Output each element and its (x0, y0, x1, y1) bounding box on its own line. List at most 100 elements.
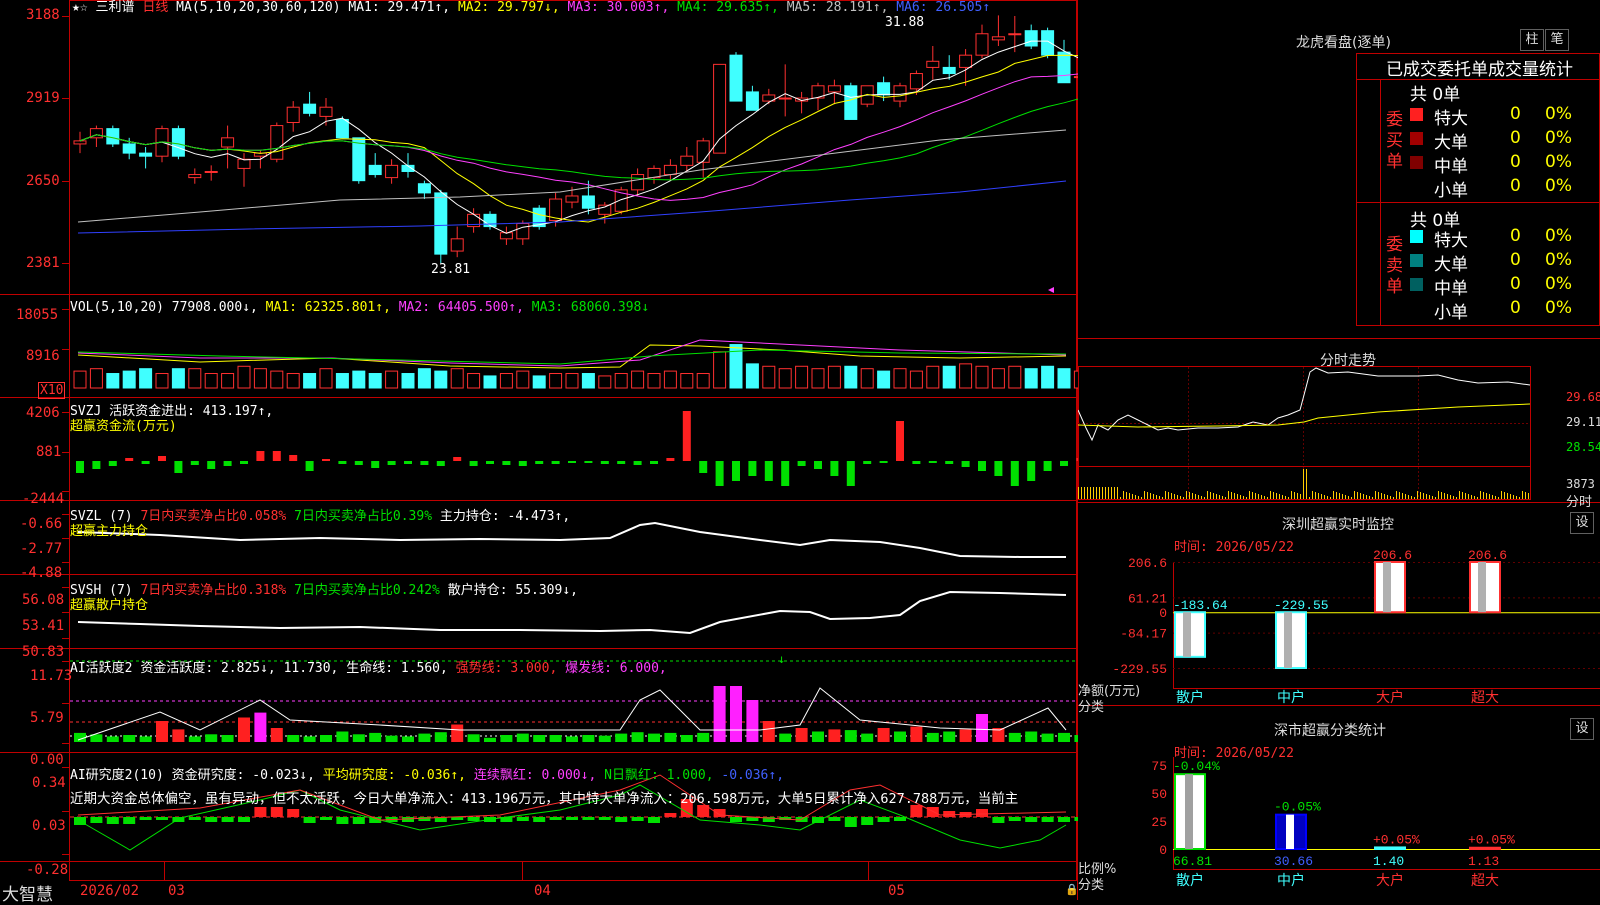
order-row: 大单 0 0% (1410, 250, 1600, 275)
monitor-tick-label: 61.21 (1128, 591, 1167, 606)
air-p5: -0.036↑, (721, 768, 785, 783)
svzj-bar (814, 461, 822, 469)
candle-body (827, 85, 841, 93)
air-bar (221, 817, 234, 822)
volume-bar (516, 370, 530, 389)
main-chart-area[interactable]: ↓ ★☆ 三利谱 日线 MA(5,10,20,30,60,120) MA1: 2… (0, 0, 1079, 905)
svzj-bar (404, 461, 412, 464)
candle-body (663, 164, 677, 176)
monitor-settings-button[interactable]: 设 (1570, 512, 1594, 534)
svzj-bar (256, 451, 265, 461)
order-row: 中单 0 0% (1410, 152, 1600, 177)
air-bar (336, 817, 349, 824)
price-axis-label: 2650 (26, 173, 60, 189)
ai-bar (549, 735, 562, 742)
ai-bar (828, 729, 841, 742)
svzj-value: 活跃资金进出: 413.197↑, (109, 404, 274, 419)
volume-bar (368, 373, 382, 389)
svzj-bar (748, 461, 757, 476)
bar-view-button[interactable]: 柱 (1520, 29, 1544, 51)
volume-bar (450, 368, 464, 389)
ai-bar (188, 736, 201, 742)
tick-view-button[interactable]: 笔 (1545, 29, 1569, 51)
candle-body (483, 213, 497, 228)
ai-bar (303, 736, 316, 742)
monitor-bar-label: -229.55 (1274, 598, 1329, 613)
ai-bar (943, 731, 956, 742)
star-icon[interactable]: ★☆ (72, 0, 88, 15)
svzj-bar (92, 461, 101, 469)
svzj-bar (732, 461, 740, 481)
order-count: 0 (1510, 176, 1521, 196)
air-bar (188, 817, 201, 820)
air-bar (844, 817, 857, 827)
volume-bar (467, 373, 481, 389)
svzj-bar (305, 461, 314, 471)
date-label: 04 (534, 883, 551, 899)
order-count: 0 (1510, 152, 1521, 172)
order-row: 大单 0 0% (1410, 128, 1600, 153)
air-bar (877, 817, 890, 822)
air-header: AI研究度2(10) 资金研究度: -0.023↓, 平均研究度: -0.036… (70, 769, 784, 783)
candle-body (73, 140, 87, 145)
air-p4: N日飘红: 1.000, (604, 768, 714, 783)
svzl-p2: 7日内买卖净占比0.39% (294, 509, 433, 524)
candle-body (417, 183, 431, 194)
air-bar (812, 817, 824, 823)
candle-body (959, 54, 973, 68)
candle-body (745, 91, 759, 111)
stats-tabs[interactable]: 已成交委托单成交量统计 (1386, 55, 1573, 80)
ai-bar (795, 728, 808, 742)
lock-icon[interactable]: 🔒 (1065, 883, 1079, 896)
stat-settings-button[interactable]: 设 (1570, 718, 1594, 740)
monitor-title: 深圳超赢实时监控 (1282, 517, 1394, 533)
stat-bar (1469, 846, 1501, 850)
air-bar (648, 817, 660, 823)
ai-bar (418, 733, 431, 742)
ai-axis-label: 11.73 (30, 668, 73, 684)
svzl-line (77, 521, 1066, 558)
volume-bar (122, 370, 136, 389)
ai-bar (713, 686, 726, 742)
volume-bar (417, 368, 431, 389)
monitor-bar-shade (1183, 612, 1191, 657)
candle-body (335, 118, 349, 139)
order-type-label: 大单 (1434, 133, 1468, 153)
ai-bar (746, 700, 759, 742)
stat-bar (1374, 846, 1406, 851)
svsh-axis-label: 53.41 (22, 618, 65, 634)
monitor-category-label: 中户 (1277, 689, 1305, 706)
ai-bar (336, 731, 349, 742)
air-bar (566, 817, 578, 820)
period-label[interactable]: 日线 (142, 0, 168, 15)
ai-bar (1041, 733, 1054, 742)
order-color-swatch (1410, 230, 1423, 243)
ai-bar (254, 712, 267, 742)
air-bar (156, 817, 168, 820)
candle-body (942, 66, 956, 75)
ai-bar (221, 735, 234, 742)
air-bar (1025, 817, 1038, 822)
kline-header: ★☆ 三利谱 日线 MA(5,10,20,30,60,120) MA1: 29.… (72, 1, 990, 15)
svzj-bar (764, 461, 773, 481)
svsh-p2: 7日内买卖净占比0.242% (294, 583, 440, 598)
brand-logo[interactable]: 大智慧 (2, 880, 53, 905)
svzl-subtitle: 超赢主力持仓 (70, 524, 149, 539)
volume-bar (188, 368, 202, 389)
candle-body (1057, 51, 1071, 84)
svzj-bar (108, 461, 117, 466)
volume-bar (532, 375, 546, 389)
volume-bar (319, 368, 333, 389)
kline-chart[interactable]: ↓ (0, 0, 1078, 900)
volume-bar (286, 373, 300, 389)
stat-bar-label: 30.66 (1274, 854, 1313, 869)
air-p1: 资金研究度: -0.023↓, (171, 768, 315, 783)
candle-body (516, 223, 530, 240)
down-arrow: ↓ (778, 652, 785, 666)
ma4-value: MA4: 29.635↑, (677, 0, 779, 15)
volume-bar (204, 373, 218, 389)
ai-bar (123, 735, 136, 742)
order-count: 0 (1510, 250, 1521, 270)
order-row: 中单 0 0% (1410, 274, 1600, 299)
volume-bar (139, 368, 153, 389)
